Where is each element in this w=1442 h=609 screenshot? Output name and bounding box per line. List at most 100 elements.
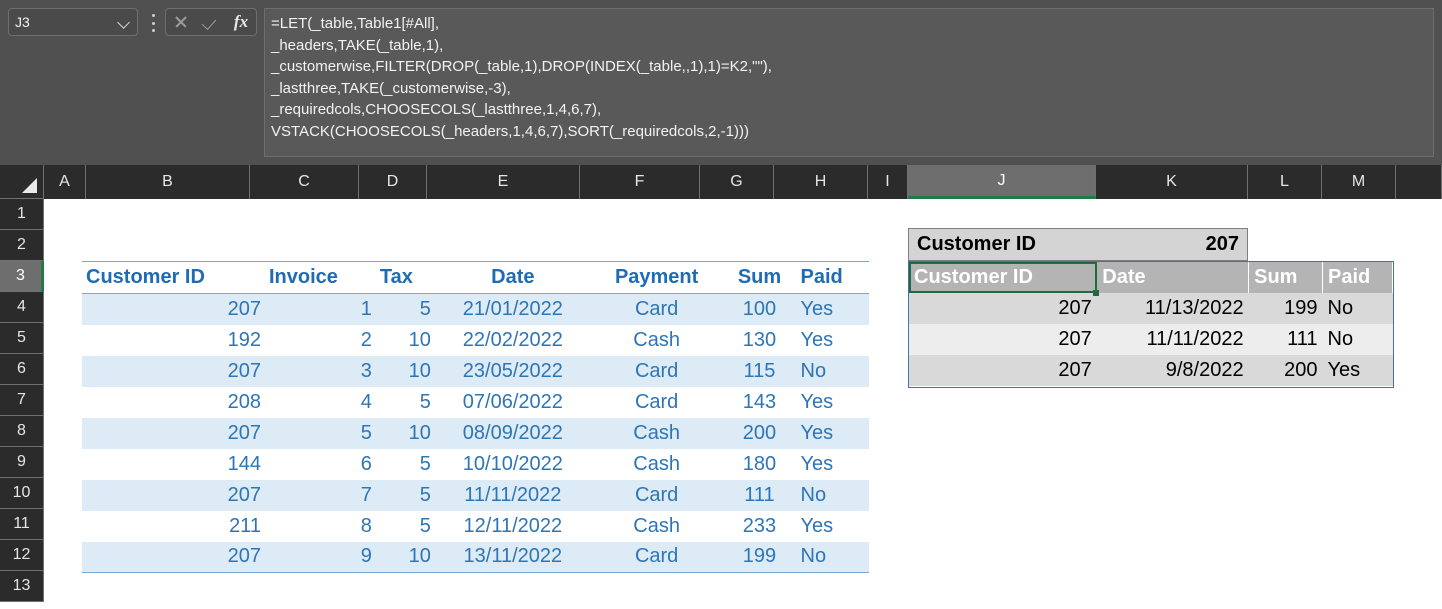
source-table-cell[interactable]: 207 — [82, 479, 265, 511]
source-table-cell[interactable]: 10 — [375, 355, 435, 387]
result-header-cell[interactable]: Paid — [1322, 262, 1393, 293]
source-table-cell[interactable]: 5 — [264, 417, 376, 449]
chevron-down-icon[interactable] — [117, 15, 131, 29]
source-table-cell[interactable]: 10 — [375, 541, 435, 573]
source-table-cell[interactable]: 207 — [82, 355, 265, 387]
source-table-cell[interactable]: 9 — [264, 541, 376, 573]
source-header-cell[interactable]: Date — [434, 261, 591, 294]
result-table-cell[interactable]: 111 — [1248, 324, 1323, 355]
source-table-cell[interactable]: 3 — [264, 355, 376, 387]
result-table-cell[interactable]: 207 — [909, 293, 1097, 324]
source-table-cell[interactable]: 22/02/2022 — [435, 325, 591, 356]
source-table-cell[interactable]: Card — [590, 541, 723, 573]
source-table-cell[interactable]: 5 — [375, 479, 435, 511]
result-header-cell[interactable]: Customer ID — [909, 262, 1100, 296]
result-header-cell[interactable]: Sum — [1248, 262, 1324, 293]
source-table-cell[interactable]: 207 — [82, 541, 265, 573]
source-table-cell[interactable]: 211 — [82, 511, 265, 542]
column-header-k[interactable]: K — [1096, 165, 1248, 199]
source-table-cell[interactable]: No — [796, 479, 869, 511]
source-table-cell[interactable]: 2 — [265, 325, 376, 356]
row-header-12[interactable]: 12 — [0, 540, 44, 571]
column-header-d[interactable]: D — [359, 165, 427, 199]
source-table-cell[interactable]: 207 — [82, 417, 265, 449]
source-table-cell[interactable]: 5 — [376, 511, 435, 542]
source-table-cell[interactable]: 10 — [375, 417, 435, 449]
source-table-cell[interactable]: 144 — [82, 449, 265, 480]
column-header-blank[interactable] — [1396, 165, 1442, 199]
source-table-cell[interactable]: Yes — [797, 449, 870, 480]
result-table-cell[interactable]: No — [1322, 293, 1393, 324]
source-table-cell[interactable]: 7 — [264, 479, 376, 511]
source-table-cell[interactable]: 200 — [722, 417, 797, 449]
fx-insert-function-icon[interactable]: fx — [228, 10, 254, 34]
result-table-cell[interactable]: Yes — [1322, 355, 1393, 386]
column-header-c[interactable]: C — [250, 165, 359, 199]
result-table-cell[interactable]: No — [1322, 324, 1393, 355]
source-table-cell[interactable]: Yes — [796, 417, 869, 449]
source-table-cell[interactable]: Yes — [797, 325, 870, 356]
source-table-cell[interactable]: Yes — [796, 293, 869, 325]
column-header-j[interactable]: J — [908, 165, 1096, 199]
row-header-9[interactable]: 9 — [0, 447, 44, 478]
source-table-cell[interactable]: 10 — [376, 325, 435, 356]
result-table-cell[interactable]: 199 — [1248, 293, 1323, 324]
source-table-cell[interactable]: 192 — [82, 325, 265, 356]
source-table-cell[interactable]: 207 — [82, 293, 265, 325]
row-header-11[interactable]: 11 — [0, 509, 44, 540]
column-header-l[interactable]: L — [1248, 165, 1322, 199]
row-header-13[interactable]: 13 — [0, 571, 44, 602]
source-header-cell[interactable]: Sum — [722, 261, 797, 294]
row-header-5[interactable]: 5 — [0, 323, 44, 354]
source-table-cell[interactable]: 4 — [265, 387, 376, 418]
source-table-cell[interactable]: 07/06/2022 — [435, 387, 591, 418]
column-header-a[interactable]: A — [44, 165, 86, 199]
source-table-cell[interactable]: 12/11/2022 — [435, 511, 591, 542]
source-table-cell[interactable]: 13/11/2022 — [434, 541, 591, 573]
source-table-cell[interactable]: 1 — [264, 293, 376, 325]
source-table-cell[interactable]: Yes — [797, 511, 870, 542]
kebab-menu-icon[interactable] — [148, 12, 158, 34]
row-header-6[interactable]: 6 — [0, 354, 44, 385]
source-table-cell[interactable]: 100 — [722, 293, 797, 325]
source-table-cell[interactable]: Cash — [590, 417, 723, 449]
row-header-1[interactable]: 1 — [0, 199, 44, 230]
row-header-4[interactable]: 4 — [0, 292, 44, 323]
source-table-cell[interactable]: Card — [590, 355, 723, 387]
column-header-b[interactable]: B — [86, 165, 250, 199]
row-header-10[interactable]: 10 — [0, 478, 44, 509]
result-table-cell[interactable]: 207 — [909, 324, 1097, 355]
source-table-cell[interactable]: 180 — [722, 449, 796, 480]
source-table-cell[interactable]: Cash — [591, 511, 723, 542]
source-header-cell[interactable]: Customer ID — [82, 261, 265, 294]
source-table-cell[interactable]: 143 — [722, 387, 796, 418]
source-table-cell[interactable]: 5 — [375, 293, 435, 325]
source-header-cell[interactable]: Tax — [375, 261, 435, 294]
result-table-cell[interactable]: 9/8/2022 — [1096, 355, 1249, 386]
source-header-cell[interactable]: Payment — [590, 261, 723, 294]
column-header-h[interactable]: H — [774, 165, 868, 199]
column-header-i[interactable]: I — [868, 165, 908, 199]
source-table-cell[interactable]: 208 — [82, 387, 265, 418]
source-table-cell[interactable]: Cash — [591, 325, 723, 356]
source-table-cell[interactable]: 11/11/2022 — [434, 479, 591, 511]
cancel-x-icon[interactable] — [168, 10, 194, 34]
column-header-m[interactable]: M — [1322, 165, 1396, 199]
source-table-cell[interactable]: Cash — [591, 449, 723, 480]
column-header-f[interactable]: F — [580, 165, 700, 199]
select-all-corner-icon[interactable] — [0, 165, 44, 199]
source-header-cell[interactable]: Invoice — [264, 261, 376, 294]
column-header-g[interactable]: G — [700, 165, 774, 199]
source-table-cell[interactable]: 130 — [722, 325, 796, 356]
source-header-cell[interactable]: Paid — [796, 261, 869, 294]
source-table-cell[interactable]: 233 — [722, 511, 796, 542]
result-table-cell[interactable]: 207 — [909, 355, 1097, 386]
source-table-cell[interactable]: 5 — [376, 387, 435, 418]
source-table-cell[interactable]: 5 — [376, 449, 435, 480]
source-table-cell[interactable]: 111 — [722, 479, 797, 511]
row-header-2[interactable]: 2 — [0, 230, 44, 261]
enter-check-icon[interactable] — [198, 10, 224, 34]
source-table-cell[interactable]: 21/01/2022 — [434, 293, 591, 325]
source-table-cell[interactable]: 6 — [265, 449, 376, 480]
formula-input[interactable]: =LET(_table,Table1[#All], _headers,TAKE(… — [264, 8, 1434, 157]
